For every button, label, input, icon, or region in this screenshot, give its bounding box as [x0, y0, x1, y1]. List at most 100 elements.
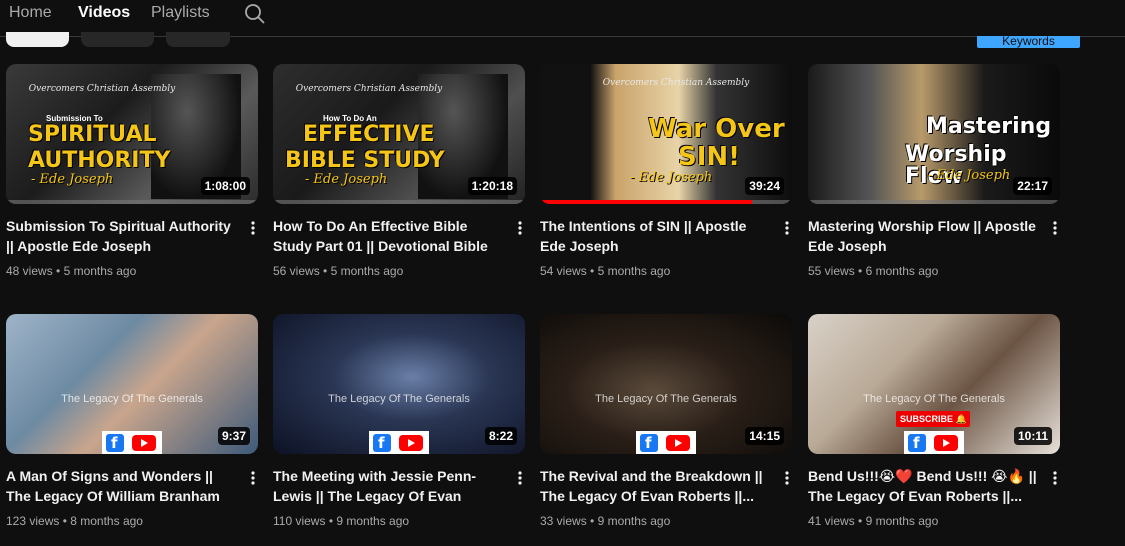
video-thumbnail[interactable]: The Legacy Of The Generals SUBSCRIBE 🔔 1… — [808, 314, 1060, 454]
thumbnail-signature: - Ede Joseph — [31, 172, 114, 187]
duration-badge: 39:24 — [745, 177, 784, 195]
thumbnail-watermark: The Legacy Of The Generals — [328, 393, 470, 405]
video-thumbnail[interactable]: Overcomers Christian Assembly Submission… — [6, 64, 258, 204]
thumbnail-watermark: The Legacy Of The Generals — [595, 393, 737, 405]
video-card: The Legacy Of The Generals 14:15 The Rev… — [540, 314, 792, 528]
upload-age: 5 months ago — [597, 264, 671, 278]
duration-badge: 1:20:18 — [467, 177, 517, 195]
filter-chip-popular[interactable] — [81, 32, 154, 47]
thumbnail-headline-2: BIBLE STUDY — [285, 148, 445, 173]
thumbnail-watermark: The Legacy Of The Generals — [61, 393, 203, 405]
more-vert-icon[interactable] — [1047, 470, 1063, 486]
video-meta: 54 views • 5 months ago — [540, 264, 671, 278]
subscribe-overlay: SUBSCRIBE 🔔 — [896, 411, 970, 427]
view-count: 56 views — [273, 264, 320, 278]
video-card: Overcomers Christian Assembly War Over S… — [540, 64, 792, 278]
thumbnail-headline-2: SIN! — [678, 142, 741, 172]
video-thumbnail[interactable]: The Legacy Of The Generals 14:15 — [540, 314, 792, 454]
video-title[interactable]: The Revival and the Breakdown || The Leg… — [540, 466, 772, 506]
thumbnail-signature: - Ede Joseph — [305, 172, 388, 187]
video-thumbnail[interactable]: The Legacy Of The Generals 9:37 — [6, 314, 258, 454]
more-vert-icon[interactable] — [779, 470, 795, 486]
filter-chip-latest[interactable] — [6, 32, 69, 47]
thumbnail-brand-text: Overcomers Christian Assembly — [602, 78, 750, 88]
tab-home[interactable]: Home — [9, 4, 52, 22]
view-count: 54 views — [540, 264, 587, 278]
video-thumbnail[interactable]: Overcomers Christian Assembly War Over S… — [540, 64, 792, 204]
youtube-icon — [666, 435, 690, 451]
social-badge — [904, 431, 964, 454]
video-card: Mastering Worship Flow - Ede Joseph 22:1… — [808, 64, 1060, 278]
video-meta: 33 views • 9 months ago — [540, 514, 671, 528]
watch-progress — [540, 200, 792, 204]
facebook-icon — [908, 434, 926, 452]
more-vert-icon[interactable] — [512, 220, 528, 236]
video-meta: 48 views • 5 months ago — [6, 264, 137, 278]
video-thumbnail[interactable]: The Legacy Of The Generals 8:22 — [273, 314, 525, 454]
video-title[interactable]: Submission To Spiritual Authority || Apo… — [6, 216, 238, 256]
video-thumbnail[interactable]: Mastering Worship Flow - Ede Joseph 22:1… — [808, 64, 1060, 204]
view-count: 48 views — [6, 264, 53, 278]
duration-badge: 9:37 — [217, 427, 250, 445]
video-thumbnail[interactable]: Overcomers Christian Assembly How To Do … — [273, 64, 525, 204]
thumbnail-headline-1: Mastering — [926, 114, 1052, 139]
tab-videos[interactable]: Videos — [78, 4, 130, 22]
video-meta: 110 views • 9 months ago — [273, 514, 410, 528]
upload-age: 9 months ago — [597, 514, 671, 528]
video-card: Overcomers Christian Assembly Submission… — [6, 64, 258, 278]
thumbnail-headline-1: EFFECTIVE — [303, 122, 435, 147]
more-vert-icon[interactable] — [1047, 220, 1063, 236]
youtube-icon — [399, 435, 423, 451]
upload-age: 9 months ago — [336, 514, 410, 528]
social-badge — [369, 431, 429, 454]
facebook-icon — [640, 434, 658, 452]
thumbnail-headline-1: War Over — [648, 114, 785, 144]
view-count: 41 views — [808, 514, 855, 528]
facebook-icon — [373, 434, 391, 452]
upload-age: 8 months ago — [70, 514, 143, 528]
upload-age: 5 months ago — [63, 264, 137, 278]
video-meta: 56 views • 5 months ago — [273, 264, 404, 278]
social-badge — [102, 431, 162, 454]
thumbnail-headline-2: AUTHORITY — [28, 148, 171, 173]
thumbnail-brand-text: Overcomers Christian Assembly — [295, 84, 443, 94]
upload-age: 5 months ago — [330, 264, 404, 278]
watch-progress — [6, 200, 258, 204]
video-title[interactable]: The Meeting with Jessie Penn-Lewis || Th… — [273, 466, 505, 506]
video-title[interactable]: Bend Us!!!😭❤️ Bend Us!!! 😭🔥 || The Legac… — [808, 466, 1040, 506]
upload-age: 6 months ago — [865, 264, 939, 278]
video-card: The Legacy Of The Generals SUBSCRIBE 🔔 1… — [808, 314, 1060, 528]
filter-chip-oldest[interactable] — [166, 32, 230, 47]
video-meta: 41 views • 9 months ago — [808, 514, 939, 528]
video-title[interactable]: How To Do An Effective Bible Study Part … — [273, 216, 505, 256]
video-title[interactable]: The Intentions of SIN || Apostle Ede Jos… — [540, 216, 772, 256]
view-count: 55 views — [808, 264, 855, 278]
watch-progress — [808, 200, 1060, 204]
video-title[interactable]: Mastering Worship Flow || Apostle Ede Jo… — [808, 216, 1040, 256]
tab-playlists[interactable]: Playlists — [151, 4, 210, 22]
video-card: Overcomers Christian Assembly How To Do … — [273, 64, 525, 278]
upload-age: 9 months ago — [865, 514, 939, 528]
video-meta: 123 views • 8 months ago — [6, 514, 143, 528]
social-badge — [636, 431, 696, 454]
more-vert-icon[interactable] — [245, 220, 261, 236]
video-card: The Legacy Of The Generals 9:37 A Man Of… — [6, 314, 258, 528]
facebook-icon — [106, 434, 124, 452]
duration-badge: 8:22 — [484, 427, 517, 445]
thumbnail-headline-1: SPIRITUAL — [28, 122, 157, 147]
more-vert-icon[interactable] — [779, 220, 795, 236]
thumbnail-watermark: The Legacy Of The Generals — [863, 393, 1005, 405]
video-title[interactable]: A Man Of Signs and Wonders || The Legacy… — [6, 466, 238, 506]
youtube-icon — [132, 435, 156, 451]
keywords-button[interactable]: Keywords — [977, 36, 1080, 48]
duration-badge: 10:11 — [1013, 427, 1052, 445]
search-icon[interactable] — [244, 3, 266, 25]
thumbnail-signature: - Ede Joseph — [630, 170, 713, 185]
duration-badge: 14:15 — [745, 427, 784, 445]
video-meta: 55 views • 6 months ago — [808, 264, 939, 278]
thumbnail-signature: - Ede Joseph — [928, 168, 1011, 183]
more-vert-icon[interactable] — [512, 470, 528, 486]
watch-progress-fill — [540, 200, 752, 204]
more-vert-icon[interactable] — [245, 470, 261, 486]
watch-progress — [273, 200, 525, 204]
